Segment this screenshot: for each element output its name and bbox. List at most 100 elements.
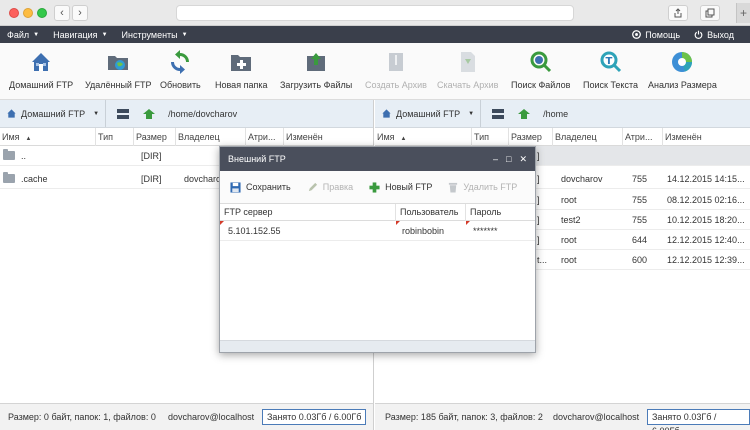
ftp-server-row[interactable]: 5.101.152.55 robinbobin ******* [220, 221, 535, 241]
left-path-bar: Домашний FTP ▼ /home/dovcharov [0, 100, 373, 128]
row-owner: root [561, 195, 577, 205]
right-col-type[interactable]: Тип [472, 128, 509, 146]
row-size: [DIR] [141, 151, 162, 161]
chevron-left-icon: ‹ [60, 7, 64, 19]
folder-up-icon[interactable] [517, 108, 531, 120]
download-archive-label: Скачать Архив [437, 80, 499, 90]
help-label: Помощь [645, 29, 681, 40]
new-folder-button[interactable]: Новая папка [215, 49, 267, 90]
left-status-bar: Размер: 0 байт, папок: 1, файлов: 0 dovc… [0, 403, 374, 430]
search-icon [530, 51, 551, 73]
ftp-user-value: robinbobin [402, 226, 445, 236]
left-location-selector[interactable]: Домашний FTP ▼ [0, 100, 107, 127]
row-modified: 14.12.2015 14:15... [667, 174, 745, 184]
remote-ftp-button[interactable]: Удалённый FTP [85, 49, 151, 90]
zip-file-icon [460, 52, 475, 72]
right-col-modified[interactable]: Изменён [663, 128, 750, 146]
dialog-footer [220, 340, 535, 352]
share-button[interactable] [668, 5, 688, 21]
left-location-label: Домашний FTP [21, 108, 86, 119]
left-col-size[interactable]: Размер [134, 128, 176, 146]
search-text-button[interactable]: T Поиск Текста [583, 49, 638, 90]
row-attrs: 755 [632, 195, 648, 205]
row-modified: 12.12.2015 12:40... [667, 235, 745, 245]
exit-label: Выход [707, 29, 734, 40]
create-archive-button[interactable]: Создать Архив [365, 49, 427, 90]
right-col-name[interactable]: Имя ▲ [375, 128, 472, 146]
minimize-icon[interactable]: ‒ [493, 154, 498, 164]
close-icon[interactable]: ✕ [519, 154, 527, 165]
right-location-label: Домашний FTP [396, 108, 461, 119]
refresh-icon [171, 50, 190, 74]
tabs-button[interactable] [700, 5, 720, 21]
row-type: ] [537, 235, 540, 245]
row-owner: root [561, 255, 577, 265]
address-bar[interactable] [176, 5, 574, 21]
server-icon[interactable] [116, 108, 130, 120]
new-tab-button[interactable]: + [736, 3, 750, 23]
right-path-bar: Домашний FTP ▼ /home [375, 100, 750, 128]
plus-icon: + [739, 6, 747, 20]
remote-ftp-label: Удалённый FTP [85, 80, 152, 90]
col-ftp-server[interactable]: FTP сервер [220, 204, 396, 221]
col-user[interactable]: Пользователь [396, 204, 466, 221]
right-col-size[interactable]: Размер [509, 128, 553, 146]
minimize-window-button[interactable] [23, 8, 33, 18]
dialog-title-bar[interactable]: Внешний FTP [220, 147, 535, 171]
col-password[interactable]: Пароль [466, 204, 535, 221]
right-user-text: dovcharov@localhost [553, 412, 640, 422]
help-icon [632, 30, 642, 39]
upload-files-button[interactable]: Загрузить Файлы [280, 49, 352, 90]
row-type: ] [537, 151, 540, 161]
right-col-owner[interactable]: Владелец [553, 128, 623, 146]
close-window-button[interactable] [9, 8, 19, 18]
menu-file-label: Файл [7, 29, 30, 40]
right-status-text: Размер: 185 байт, папок: 3, файлов: 2 [385, 412, 543, 422]
menu-navigation[interactable]: Навигация ▼ [46, 30, 114, 40]
caret-down-icon: ▼ [181, 31, 188, 38]
power-icon [694, 30, 703, 39]
left-col-owner[interactable]: Владелец [176, 128, 246, 146]
row-attrs: 644 [632, 235, 648, 245]
pie-chart-icon [672, 52, 693, 72]
forward-button[interactable]: › [72, 5, 88, 21]
folder-up-icon[interactable] [142, 108, 156, 120]
left-quota-indicator: Занято 0.03Гб / 6.00Гб [262, 409, 367, 425]
help-button[interactable]: Помощь [632, 30, 680, 40]
chevron-right-icon: › [78, 7, 82, 19]
edited-marker [220, 221, 224, 225]
row-owner: test2 [561, 215, 581, 225]
analyze-size-button[interactable]: Анализ Размера [648, 49, 717, 90]
menu-file[interactable]: Файл ▼ [0, 30, 46, 40]
edit-label: Правка [322, 182, 354, 192]
server-icon[interactable] [491, 108, 505, 120]
new-ftp-button[interactable]: Новый FTP [369, 181, 432, 193]
delete-ftp-button[interactable]: Удалить FTP [448, 182, 517, 193]
menu-tools[interactable]: Инструменты ▼ [115, 30, 195, 40]
back-button[interactable]: ‹ [54, 5, 70, 21]
save-button[interactable]: Сохранить [230, 181, 291, 193]
edit-button[interactable]: Правка [307, 182, 353, 193]
folder-icon [3, 172, 15, 183]
row-modified: 10.12.2015 18:20... [667, 215, 745, 225]
edited-marker [396, 221, 400, 225]
right-col-attrs[interactable]: Атри... [623, 128, 663, 146]
exit-button[interactable]: Выход [694, 30, 734, 40]
left-col-name[interactable]: Имя ▲ [0, 128, 96, 146]
search-text-label: Поиск Текста [583, 80, 639, 90]
left-col-type[interactable]: Тип [96, 128, 134, 146]
search-files-button[interactable]: Поиск Файлов [511, 49, 570, 90]
menu-navigation-label: Навигация [53, 29, 98, 40]
left-col-modified[interactable]: Изменён [284, 128, 374, 146]
row-modified: 08.12.2015 02:16... [667, 195, 745, 205]
refresh-label: Обновить [160, 80, 201, 90]
refresh-button[interactable]: Обновить [160, 49, 201, 90]
home-ftp-button[interactable]: Домашний FTP [9, 49, 73, 90]
download-archive-button[interactable]: Скачать Архив [437, 49, 498, 90]
right-location-selector[interactable]: Домашний FTP ▼ [375, 100, 482, 127]
home-ftp-label: Домашний FTP [9, 80, 74, 90]
left-col-attrs[interactable]: Атри... [246, 128, 284, 146]
upload-files-label: Загрузить Файлы [280, 80, 353, 90]
zoom-window-button[interactable] [37, 8, 47, 18]
maximize-icon[interactable]: □ [506, 154, 511, 164]
